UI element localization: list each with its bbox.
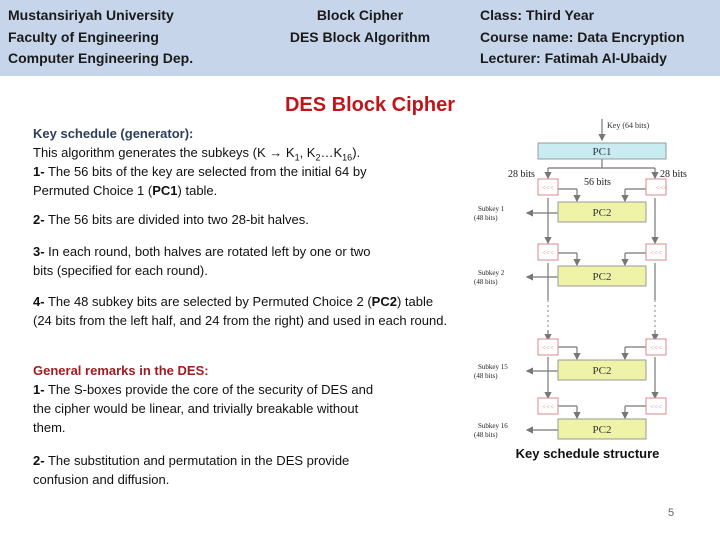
- pc2-label: PC2: [593, 271, 612, 283]
- rotate-label: <<<: [650, 403, 662, 411]
- round-16: <<< <<< PC2 Subkey 16 (48 bits): [474, 397, 667, 440]
- pc2-label: PC2: [593, 424, 612, 436]
- round-1: <<< <<< PC2 Subkey 1 (48 bits): [474, 178, 668, 223]
- rotate-label: <<<: [650, 344, 662, 352]
- topic-subtitle: DES Block Algorithm: [289, 28, 431, 45]
- slide-title: DES Block Cipher: [284, 94, 456, 116]
- header-band: Mustansiriyah University Faculty of Engi…: [0, 0, 720, 76]
- step-4: 4- The 48 subkey bits are selected by Pe…: [33, 292, 453, 330]
- university-name: Mustansiriyah University: [8, 7, 174, 23]
- pc1-label: PC1: [593, 146, 612, 158]
- step-bold: PC2: [371, 294, 397, 309]
- round-2: <<< <<< PC2 Subkey 2 (48 bits): [474, 243, 667, 287]
- course-name: Course name: Data Encryption: [480, 28, 685, 45]
- rotate-label: <<<: [542, 184, 554, 192]
- subkey-size: (48 bits): [474, 278, 498, 286]
- subkey-name: Subkey 1: [478, 205, 505, 213]
- key-schedule-heading: Key schedule (generator):: [33, 126, 194, 141]
- rotate-label: <<<: [650, 249, 662, 257]
- remark-number: 2-: [33, 453, 45, 468]
- key-label: Key (64 bits): [607, 121, 650, 130]
- key-schedule-section: Key schedule (generator): This algorithm…: [33, 124, 463, 200]
- step-number: 1-: [33, 164, 45, 179]
- key-schedule-intro: This algorithm generates the subkeys (K …: [33, 143, 463, 162]
- remark-text: The S-boxes provide the core of the secu…: [33, 382, 374, 435]
- middle-bits-label: 56 bits: [584, 177, 611, 188]
- rotate-label: <<<: [542, 403, 554, 411]
- subkey-name: Subkey 16: [478, 422, 508, 430]
- intro-text: …K: [320, 145, 343, 160]
- key-schedule-diagram: PC1 Key (64 bits) 28 bits 28 bits 56 bit…: [474, 119, 687, 440]
- diagram-caption: Key schedule structure: [515, 446, 660, 461]
- subkey-name: Subkey 2: [478, 269, 505, 277]
- step-text: The 48 subkey bits are selected by Permu…: [44, 294, 372, 309]
- subkey-name: Subkey 15: [478, 363, 508, 371]
- intro-text: This algorithm generates the subkeys (K …: [33, 145, 295, 160]
- right-bits-label: 28 bits: [660, 169, 687, 180]
- step-number: 3-: [33, 244, 45, 259]
- class-label: Class: Third Year: [480, 7, 595, 23]
- intro-text: ).: [352, 145, 361, 160]
- step-number: 4-: [33, 294, 45, 309]
- header-course: Class: Third Year Course name: Data Encr…: [480, 5, 685, 70]
- page-number: 5: [668, 507, 675, 519]
- remarks-section: General remarks in the DES: 1- The S-box…: [33, 361, 393, 437]
- lecturer-name: Lecturer: Fatimah Al-Ubaidy: [480, 50, 667, 66]
- subkey-size: (48 bits): [474, 372, 498, 380]
- rotate-label: <<<: [542, 249, 554, 257]
- step-bold: PC1: [152, 183, 178, 198]
- step-3: 3- In each round, both halves are rotate…: [33, 242, 393, 280]
- round-15: <<< <<< PC2 Subkey 15 (48 bits): [474, 338, 667, 381]
- rotate-label: <<<: [656, 184, 668, 192]
- remark-number: 1-: [33, 382, 45, 397]
- step-text: The 56 bits are divided into two 28-bit …: [44, 212, 309, 227]
- step-1: 1- The 56 bits of the key are selected f…: [33, 162, 393, 200]
- pc2-label: PC2: [593, 365, 612, 377]
- pc2-label: PC2: [593, 207, 612, 219]
- remark-2: 2- The substitution and permutation in t…: [33, 451, 403, 489]
- remarks-heading: General remarks in the DES:: [33, 363, 209, 378]
- rotate-label: <<<: [542, 344, 554, 352]
- department-name: Computer Engineering Dep.: [8, 50, 194, 66]
- faculty-name: Faculty of Engineering: [8, 28, 159, 45]
- left-bits-label: 28 bits: [508, 169, 535, 180]
- step-text: ) table.: [177, 183, 218, 198]
- remark-1: 1- The S-boxes provide the core of the s…: [33, 380, 393, 437]
- remark-text: The substitution and permutation in the …: [33, 453, 350, 487]
- topic-title: Block Cipher: [316, 7, 404, 23]
- header-institution: Mustansiriyah University Faculty of Engi…: [8, 5, 193, 70]
- header-topic: Block Cipher DES Block Algorithm: [270, 5, 450, 48]
- intro-text: , K: [299, 145, 316, 160]
- step-2: 2- The 56 bits are divided into two 28-b…: [33, 210, 463, 229]
- subkey-size: (48 bits): [474, 214, 498, 222]
- step-number: 2-: [33, 212, 45, 227]
- subkey-size: (48 bits): [474, 431, 498, 439]
- step-text: In each round, both halves are rotated l…: [33, 244, 371, 278]
